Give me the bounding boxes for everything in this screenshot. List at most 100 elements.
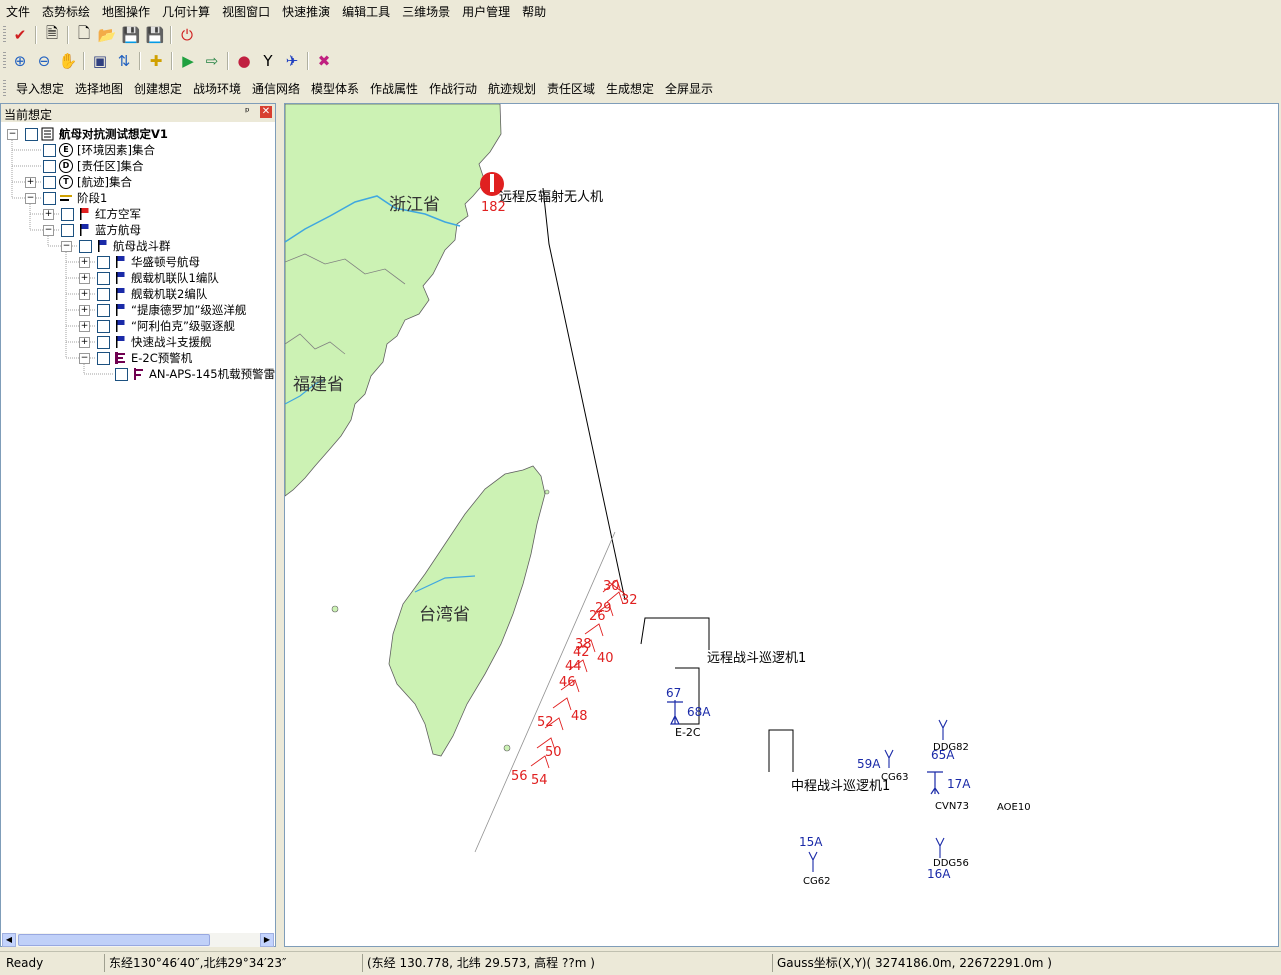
tree-checkbox[interactable]: [97, 320, 110, 333]
tree-node[interactable]: + T [航迹]集合: [1, 174, 275, 190]
window-icon[interactable]: ▣: [90, 51, 110, 71]
command-button[interactable]: 全屏显示: [665, 80, 713, 97]
tree-checkbox[interactable]: [97, 288, 110, 301]
pin-icon[interactable]: ᵖ: [245, 105, 250, 118]
map-canvas[interactable]: 浙江省 福建省 台湾省 远程反辐射无人机 182 302926384244465…: [285, 104, 1279, 947]
tree-node[interactable]: + 红方空军: [1, 206, 275, 222]
command-button[interactable]: 生成想定: [606, 80, 654, 97]
scroll-left-button[interactable]: ◀: [2, 933, 16, 947]
document-icon[interactable]: 🗎: [42, 24, 62, 45]
menu-item[interactable]: 帮助: [516, 0, 552, 22]
tree-node[interactable]: + “阿利伯克”级驱逐舰: [1, 318, 275, 334]
new-file-icon[interactable]: 🗋: [74, 24, 94, 45]
command-button[interactable]: 通信网络: [252, 80, 300, 97]
expand-icon[interactable]: +: [79, 337, 90, 348]
tree-node[interactable]: AN-APS-145机载预警雷: [1, 366, 275, 382]
tree-checkbox[interactable]: [97, 272, 110, 285]
tree-checkbox[interactable]: [61, 224, 74, 237]
tree-checkbox[interactable]: [43, 176, 56, 189]
ship-ddg56[interactable]: DDG56 16A: [927, 837, 969, 881]
menu-item[interactable]: 编辑工具: [336, 0, 396, 22]
toolbar-grip[interactable]: [3, 26, 6, 44]
tree-checkbox[interactable]: [115, 368, 128, 381]
menu-item[interactable]: 文件: [0, 0, 36, 22]
export-icon[interactable]: ⇨: [202, 51, 222, 71]
tree-checkbox[interactable]: [43, 192, 56, 205]
add-symbol-icon[interactable]: ✚: [146, 51, 166, 71]
tree-checkbox[interactable]: [97, 336, 110, 349]
tree-node[interactable]: + 快速战斗支援舰: [1, 334, 275, 350]
tree-node[interactable]: − E-2C预警机: [1, 350, 275, 366]
ship-ddg82[interactable]: DDG82 65A: [931, 719, 969, 762]
tree-checkbox[interactable]: [97, 256, 110, 269]
collapse-icon[interactable]: −: [61, 241, 72, 252]
tree-node[interactable]: D [责任区]集合: [1, 158, 275, 174]
expand-icon[interactable]: +: [79, 289, 90, 300]
expand-icon[interactable]: +: [25, 177, 36, 188]
command-button[interactable]: 模型体系: [311, 80, 359, 97]
tree-checkbox[interactable]: [79, 240, 92, 253]
command-button[interactable]: 责任区域: [547, 80, 595, 97]
scroll-right-button[interactable]: ▶: [260, 933, 274, 947]
expand-icon[interactable]: +: [79, 273, 90, 284]
tree-node[interactable]: − 蓝方航母: [1, 222, 275, 238]
track-icon[interactable]: ✈: [282, 51, 302, 71]
globe-icon[interactable]: ●: [234, 51, 254, 71]
e2c-aircraft-icon[interactable]: [667, 700, 683, 725]
tree-node[interactable]: + 华盛顿号航母: [1, 254, 275, 270]
collapse-icon[interactable]: −: [43, 225, 54, 236]
toolbar-grip[interactable]: [3, 52, 6, 70]
menu-item[interactable]: 三维场景: [396, 0, 456, 22]
tree-checkbox[interactable]: [61, 208, 74, 221]
tree-node[interactable]: + “提康德罗加”级巡洋舰: [1, 302, 275, 318]
collapse-icon[interactable]: −: [25, 193, 36, 204]
collapse-icon[interactable]: −: [7, 129, 18, 140]
scroll-thumb[interactable]: [18, 934, 210, 946]
toolbar-grip[interactable]: [3, 80, 6, 98]
command-button[interactable]: 战场环境: [193, 80, 241, 97]
command-button[interactable]: 作战属性: [370, 80, 418, 97]
save-icon[interactable]: 💾: [121, 25, 141, 45]
command-button[interactable]: 航迹规划: [488, 80, 536, 97]
tree-checkbox[interactable]: [25, 128, 38, 141]
command-button[interactable]: 创建想定: [134, 80, 182, 97]
refresh-icon[interactable]: ⇅: [114, 51, 134, 71]
menu-item[interactable]: 几何计算: [156, 0, 216, 22]
collapse-icon[interactable]: −: [79, 353, 90, 364]
measure-icon[interactable]: Y: [258, 51, 278, 71]
command-button[interactable]: 选择地图: [75, 80, 123, 97]
tree-node[interactable]: + 舰载机联2编队: [1, 286, 275, 302]
tree-node[interactable]: − 航母战斗群: [1, 238, 275, 254]
menu-item[interactable]: 地图操作: [96, 0, 156, 22]
tree-node[interactable]: − 阶段1: [1, 190, 275, 206]
tree-node[interactable]: E [环境因素]集合: [1, 142, 275, 158]
menu-item[interactable]: 快速推演: [276, 0, 336, 22]
close-icon[interactable]: ✕: [260, 106, 272, 118]
tree-checkbox[interactable]: [97, 304, 110, 317]
check-icon[interactable]: ✔: [10, 25, 30, 45]
tree-node[interactable]: − 航母对抗测试想定V1: [1, 126, 275, 142]
ship-cg62[interactable]: 15A CG62: [799, 835, 830, 887]
map-view[interactable]: 浙江省 福建省 台湾省 远程反辐射无人机 182 30 29 26 38 42 44 46 5…: [284, 103, 1279, 947]
open-folder-icon[interactable]: 📂: [97, 25, 117, 45]
ship-cvn73[interactable]: 17A CVN73: [927, 771, 971, 812]
aoe10-label[interactable]: AOE10: [997, 802, 1031, 813]
play-icon[interactable]: ▶: [178, 51, 198, 71]
tree-checkbox[interactable]: [43, 144, 56, 157]
command-button[interactable]: 作战行动: [429, 80, 477, 97]
menu-item[interactable]: 视图窗口: [216, 0, 276, 22]
command-button[interactable]: 导入想定: [16, 80, 64, 97]
expand-icon[interactable]: +: [79, 321, 90, 332]
tree-node[interactable]: + 舰载机联队1编队: [1, 270, 275, 286]
expand-icon[interactable]: +: [79, 257, 90, 268]
cancel-icon[interactable]: ✖: [314, 51, 334, 71]
power-icon[interactable]: ⏻: [177, 25, 197, 45]
horizontal-scrollbar[interactable]: ◀ ▶: [2, 933, 274, 947]
expand-icon[interactable]: +: [43, 209, 54, 220]
save-as-icon[interactable]: 💾: [145, 25, 165, 45]
menu-item[interactable]: 用户管理: [456, 0, 516, 22]
zoom-in-icon[interactable]: ⊕: [10, 51, 30, 71]
tree-checkbox[interactable]: [43, 160, 56, 173]
menu-item[interactable]: 态势标绘: [36, 0, 96, 22]
zoom-out-icon[interactable]: ⊖: [34, 51, 54, 71]
